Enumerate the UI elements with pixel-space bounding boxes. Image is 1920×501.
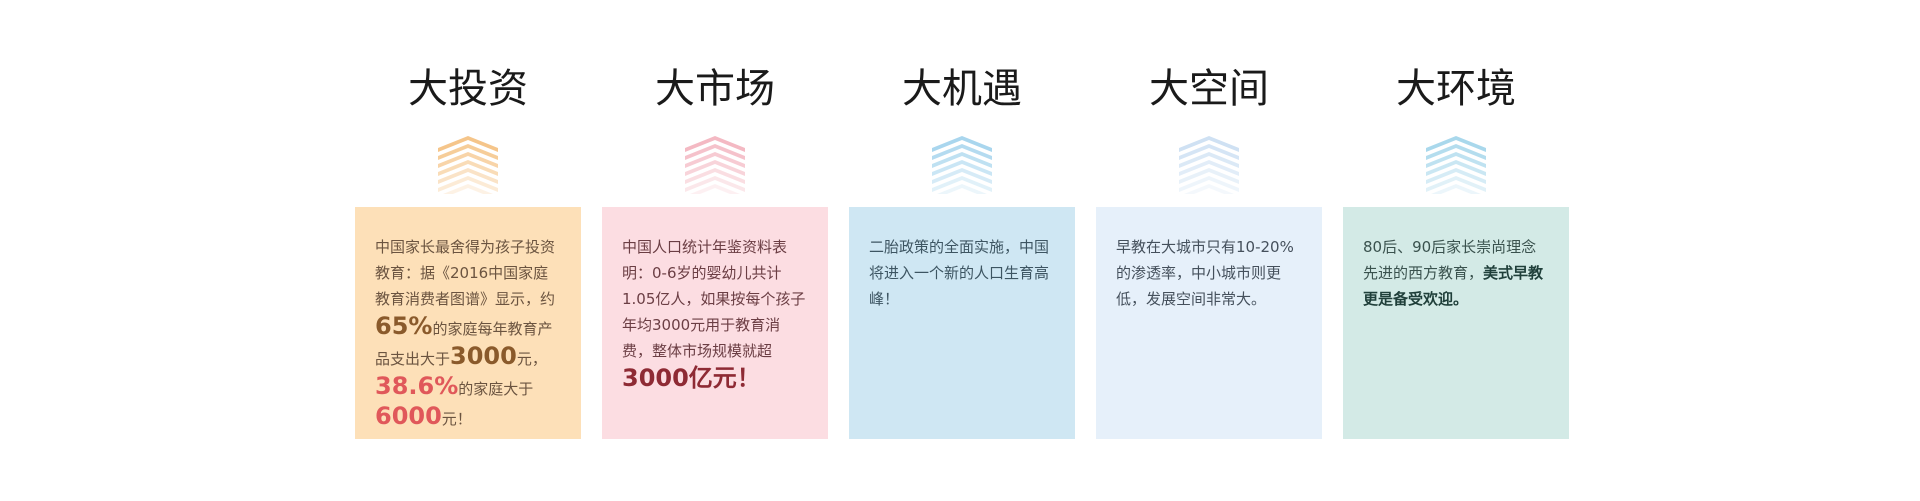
chevron-up-stack-icon (932, 136, 992, 194)
chevron-up-stack-icon (685, 136, 745, 194)
card-text: 80后、90后家长崇尚理念先进的西方教育，美式早教更是备受欢迎。 (1363, 234, 1549, 312)
card-text: 中国人口统计年鉴资料表明：0-6岁的婴幼儿共计1.05亿人，如果按每个孩子年均3… (622, 234, 808, 394)
column-title: 大空间 (1149, 66, 1269, 112)
card-text-segment: 中国家长最舍得为孩子投资教育：据《2016中国家庭教育消费者图谱》显示，约 (375, 238, 556, 308)
column-title: 大投资 (408, 66, 528, 112)
card-text: 早教在大城市只有10-20%的渗透率，中小城市则更低，发展空间非常大。 (1116, 234, 1302, 312)
card-highlight-number: 3000 (450, 342, 517, 370)
column-title: 大市场 (655, 66, 775, 112)
feature-column-market: 大市场 中国人口统计年鉴资料表明：0-6岁的婴幼儿共计1.05亿人，如果按每个孩… (602, 0, 828, 501)
card-text-segment: 元， (516, 350, 547, 368)
column-title: 大环境 (1396, 66, 1516, 112)
card-highlight-number: 3000亿元！ (622, 364, 761, 392)
features-section: 大投资 中国家长最舍得为孩子投资教育：据《2016中国家庭教育消费者图谱》显示，… (0, 0, 1920, 501)
card-text-segment: 二胎政策的全面实施，中国将进入一个新的人口生育高峰！ (869, 238, 1050, 308)
card-text-segment: 中国人口统计年鉴资料表明：0-6岁的婴幼儿共计1.05亿人，如果按每个孩子年均3… (622, 238, 806, 360)
chevron-up-stack-icon (1179, 136, 1239, 194)
feature-column-environment: 大环境 80后、90后家长崇尚理念先进的西方教育，美式早教更是备受欢迎。 (1343, 0, 1569, 501)
feature-card: 中国人口统计年鉴资料表明：0-6岁的婴幼儿共计1.05亿人，如果按每个孩子年均3… (602, 207, 828, 439)
card-highlight-number: 6000 (375, 402, 442, 430)
card-highlight-number: 65% (375, 312, 433, 340)
card-text: 中国家长最舍得为孩子投资教育：据《2016中国家庭教育消费者图谱》显示，约 65%… (375, 234, 561, 432)
column-title: 大机遇 (902, 66, 1022, 112)
card-text-segment: 的家庭大于 (458, 380, 534, 398)
feature-card: 二胎政策的全面实施，中国将进入一个新的人口生育高峰！ (849, 207, 1075, 439)
card-text: 二胎政策的全面实施，中国将进入一个新的人口生育高峰！ (869, 234, 1055, 312)
feature-card: 早教在大城市只有10-20%的渗透率，中小城市则更低，发展空间非常大。 (1096, 207, 1322, 439)
chevron-up-stack-icon (438, 136, 498, 194)
feature-card: 80后、90后家长崇尚理念先进的西方教育，美式早教更是备受欢迎。 (1343, 207, 1569, 439)
card-text-segment: 早教在大城市只有10-20%的渗透率，中小城市则更低，发展空间非常大。 (1116, 238, 1294, 308)
feature-card: 中国家长最舍得为孩子投资教育：据《2016中国家庭教育消费者图谱》显示，约 65%… (355, 207, 581, 439)
chevron-up-stack-icon (1426, 136, 1486, 194)
feature-column-space: 大空间 早教在大城市只有10-20%的渗透率，中小城市则更低，发展空间非常大。 (1096, 0, 1322, 501)
card-text-segment: 元！ (441, 410, 472, 428)
feature-column-investment: 大投资 中国家长最舍得为孩子投资教育：据《2016中国家庭教育消费者图谱》显示，… (355, 0, 581, 501)
card-highlight-number: 38.6% (375, 372, 459, 400)
feature-column-opportunity: 大机遇 二胎政策的全面实施，中国将进入一个新的人口生育高峰！ (849, 0, 1075, 501)
